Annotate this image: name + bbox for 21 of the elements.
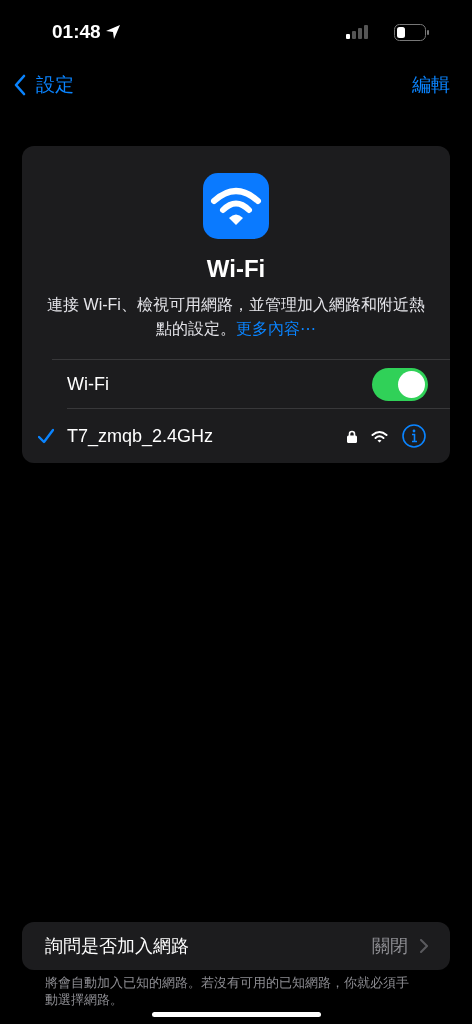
network-name[interactable]: T7_zmqb_2.4GHz (67, 422, 347, 450)
chevron-right-icon (420, 939, 428, 953)
footnote: 將會自動加入已知的網路。若沒有可用的已知網路，你就必須手動選擇網路。 (45, 974, 410, 1008)
more-link[interactable]: 更多內容⋯ (236, 320, 316, 337)
wifi-app-icon (203, 173, 269, 239)
battery-icon (394, 23, 430, 41)
ask-to-join-label: 詢問是否加入網路 (45, 934, 189, 958)
wifi-toggle-label: Wi-Fi (67, 372, 109, 396)
back-button[interactable]: 設定 (14, 70, 74, 100)
ask-to-join-value: 關閉 (372, 934, 408, 958)
wifi-signal-icon (371, 429, 388, 443)
info-icon[interactable] (402, 424, 426, 448)
chevron-left-icon (14, 74, 26, 96)
wifi-toggle[interactable] (372, 367, 428, 401)
ask-to-join-row[interactable]: 詢問是否加入網路 關閉 (22, 922, 450, 970)
status-time: 01:48 (52, 19, 101, 44)
location-arrow-icon (104, 24, 121, 40)
card-title: Wi-Fi (206, 254, 266, 284)
signal-icon (346, 25, 370, 39)
edit-button[interactable]: 編輯 (412, 70, 458, 100)
card-description: 連接 Wi-Fi、檢視可用網路，並管理加入網路和附近熱點的設定。更多內容⋯ (46, 295, 426, 339)
